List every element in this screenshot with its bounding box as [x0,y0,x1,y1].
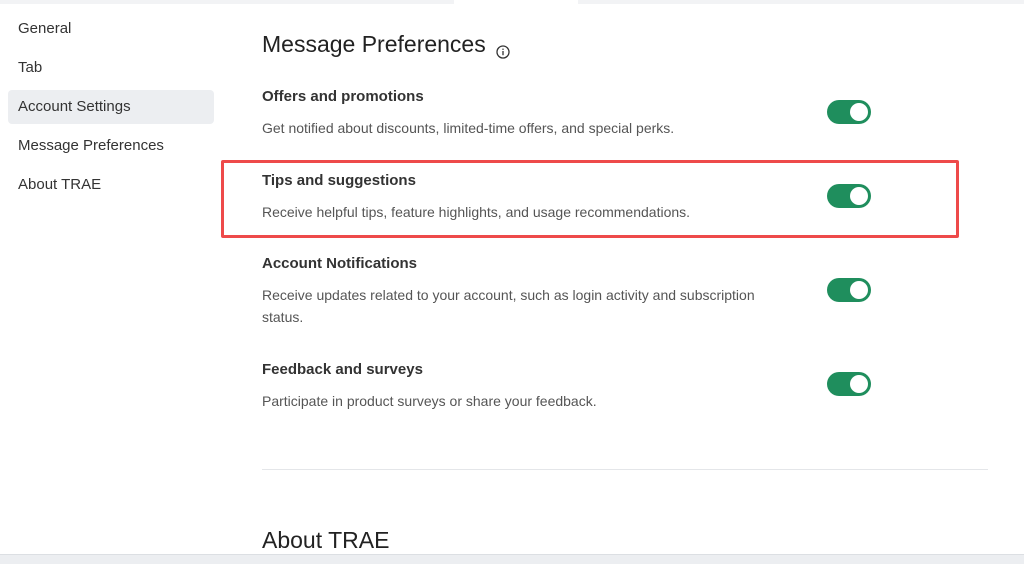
toggle-account-notifications[interactable] [827,278,871,302]
pref-account-notifications: Account Notifications Receive updates re… [262,254,874,328]
settings-window: General Tab Account Settings Message Pre… [0,0,1024,564]
toggle-knob [850,375,868,393]
toggle-feedback-surveys[interactable] [827,372,871,396]
pref-description: Participate in product surveys or share … [262,393,597,409]
sidebar-item-account-settings[interactable]: Account Settings [8,90,214,124]
pref-feedback-surveys: Feedback and surveys Participate in prod… [262,360,874,412]
settings-sidebar: General Tab Account Settings Message Pre… [8,12,214,207]
pref-offers-promotions: Offers and promotions Get notified about… [262,87,874,139]
toggle-knob [850,281,868,299]
settings-main: Message Preferences Offers and promotion… [262,0,988,554]
about-section-title: About TRAE [262,527,390,553]
sidebar-item-about-trae[interactable]: About TRAE [8,168,214,202]
pref-title: Feedback and surveys [262,361,423,378]
pref-title: Offers and promotions [262,88,424,105]
section-divider [262,469,988,470]
pref-title: Account Notifications [262,255,418,272]
info-circle-icon[interactable] [496,38,510,59]
sidebar-item-message-preferences[interactable]: Message Preferences [8,129,214,163]
sidebar-item-tab[interactable]: Tab [8,51,214,85]
section-title: Message Preferences [262,31,510,59]
sidebar-item-general[interactable]: General [8,12,214,46]
section-title-text: Message Preferences [262,31,486,57]
pref-description: Get notified about discounts, limited-ti… [262,120,675,136]
toggle-offers-promotions[interactable] [827,100,871,124]
bottom-bar [0,554,1024,564]
highlight-box [221,160,959,238]
toggle-knob [850,103,868,121]
pref-description: Receive updates related to your account,… [262,287,755,325]
